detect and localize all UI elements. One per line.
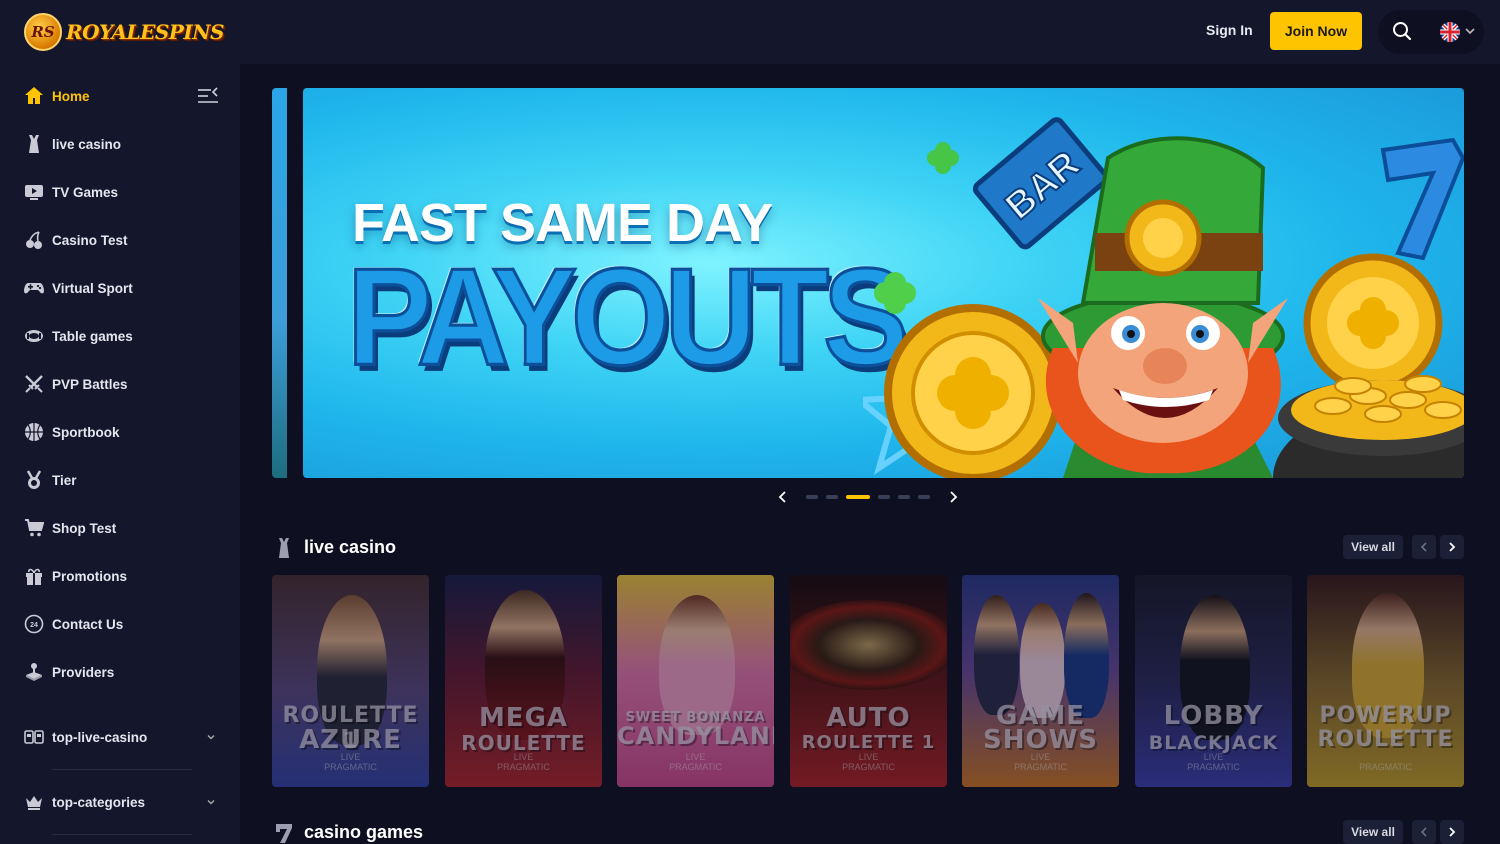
promo-banner[interactable]: FAST SAME DAY PAYOUTS BAR: [303, 88, 1464, 478]
game-card[interactable]: AUTO ROULETTE 1 LIVE PRAGMATIC: [790, 575, 947, 787]
carousel-dot-active[interactable]: [846, 495, 870, 499]
chevron-left-icon: [1420, 827, 1427, 837]
banner-prev-arrow-icon[interactable]: [776, 490, 790, 504]
sidebar-item-label: Tier: [52, 472, 77, 488]
medal-icon: [26, 470, 42, 489]
home-icon: [25, 87, 43, 104]
game-card[interactable]: GAME SHOWS LIVE PRAGMATIC: [962, 575, 1119, 787]
logo-badge: RS: [24, 13, 62, 51]
sidebar-group-top-live-casino[interactable]: top-live-casino: [0, 715, 240, 759]
sidebar-item-label: live casino: [52, 136, 122, 152]
sidebar-divider: [52, 769, 192, 770]
carousel-dot[interactable]: [898, 495, 910, 499]
poker-chip-icon: [25, 330, 43, 342]
section-next-button[interactable]: [1440, 820, 1464, 844]
previous-slide-peek[interactable]: [272, 88, 287, 478]
sign-in-link[interactable]: Sign In: [1206, 22, 1253, 38]
sidebar-item-promotions[interactable]: Promotions: [0, 552, 240, 600]
sidebar-item-label: Casino Test: [52, 232, 128, 248]
sidebar-item-providers[interactable]: Providers: [0, 648, 240, 696]
game-card[interactable]: POWERUP ROULETTE PRAGMATIC: [1307, 575, 1464, 787]
cart-icon: [25, 519, 44, 537]
top-header: RS ROYALESPINS Sign In Join Now: [0, 0, 1500, 64]
gift-icon: [26, 568, 42, 585]
cherries-icon: [26, 231, 42, 249]
sidebar-item-label: Virtual Sport: [52, 280, 133, 296]
brand-logo[interactable]: RS ROYALESPINS: [24, 13, 224, 51]
sidebar-item-label: Shop Test: [52, 520, 117, 536]
chevron-down-icon[interactable]: [1465, 27, 1475, 35]
search-icon[interactable]: [1392, 21, 1412, 41]
section-title-live-casino: live casino: [304, 537, 397, 557]
sidebar-item-label: Providers: [52, 664, 115, 680]
sidebar-item-table-games[interactable]: Table games: [0, 312, 240, 360]
gamepad-icon: [24, 283, 44, 294]
sidebar-item-tv-games[interactable]: TV Games: [0, 168, 240, 216]
svg-text:24: 24: [30, 622, 38, 629]
section-prev-button[interactable]: [1412, 535, 1436, 559]
uk-flag-icon[interactable]: [1440, 22, 1460, 42]
sidebar-item-home[interactable]: Home: [0, 72, 240, 120]
clover-icon: [927, 142, 959, 174]
seven-icon: [276, 824, 292, 843]
chevron-right-icon: [1449, 827, 1456, 837]
sidebar-item-shop-test[interactable]: Shop Test: [0, 504, 240, 552]
game-card[interactable]: ROULETTE 1 AZURE LIVE PRAGMATIC: [272, 575, 429, 787]
support-24-icon: 24: [24, 614, 44, 634]
sidebar-item-live-casino[interactable]: live casino: [0, 120, 240, 168]
leprechaun-illustration: BAR: [863, 117, 1464, 478]
section-prev-button[interactable]: [1412, 820, 1436, 844]
chevron-left-icon: [1420, 542, 1427, 552]
view-all-button[interactable]: View all: [1343, 535, 1403, 559]
sidebar-group-top-categories[interactable]: top-categories: [0, 780, 240, 824]
join-now-button[interactable]: Join Now: [1270, 12, 1362, 50]
carousel-dot[interactable]: [826, 495, 838, 499]
view-all-button[interactable]: View all: [1343, 820, 1403, 844]
sidebar-item-pvp-battles[interactable]: PVP Battles: [0, 360, 240, 408]
sidebar-item-label: Home: [52, 88, 90, 104]
sidebar-item-virtual-sport[interactable]: Virtual Sport: [0, 264, 240, 312]
sidebar-item-label: Contact Us: [52, 616, 124, 632]
tv-play-icon: [25, 185, 43, 200]
game-card[interactable]: MEGA ROULETTE LIVE PRAGMATIC: [445, 575, 602, 787]
crossed-swords-icon: [25, 375, 43, 393]
section-next-button[interactable]: [1440, 535, 1464, 559]
sidebar-item-label: Promotions: [52, 568, 128, 584]
sidebar-group-label: top-categories: [52, 794, 146, 810]
sidebar-item-label: TV Games: [52, 184, 119, 200]
carousel-dot[interactable]: [918, 495, 930, 499]
section-title-casino-games: casino games: [304, 822, 424, 842]
dealer-icon: [279, 538, 289, 558]
carousel-dot[interactable]: [878, 495, 890, 499]
sidebar-item-tier[interactable]: Tier: [0, 456, 240, 504]
carousel-dot[interactable]: [806, 495, 818, 499]
basketball-icon: [25, 423, 43, 441]
sidebar-divider: [52, 834, 192, 835]
grid-icon: [24, 730, 44, 744]
chevron-right-icon: [1449, 542, 1456, 552]
logo-text: ROYALESPINS: [66, 20, 224, 44]
sidebar-item-casino-test[interactable]: Casino Test: [0, 216, 240, 264]
game-card[interactable]: SWEET BONANZA CANDYLAND LIVE PRAGMATIC: [617, 575, 774, 787]
game-card[interactable]: LOBBY BLACKJACK LIVE PRAGMATIC: [1135, 575, 1292, 787]
banner-title: PAYOUTS: [346, 239, 910, 397]
chevron-down-icon[interactable]: [206, 733, 216, 741]
sidebar-item-label: PVP Battles: [52, 376, 128, 392]
sidebar-item-sportbook[interactable]: Sportbook: [0, 408, 240, 456]
banner-next-arrow-icon[interactable]: [946, 490, 960, 504]
sidebar-item-label: Table games: [52, 328, 133, 344]
joystick-icon: [26, 663, 42, 681]
sidebar-item-contact-us[interactable]: 24 Contact Us: [0, 600, 240, 648]
crown-icon: [26, 796, 42, 810]
dealer-icon: [29, 135, 39, 153]
chevron-down-icon[interactable]: [206, 798, 216, 806]
sidebar-item-label: Sportbook: [52, 424, 120, 440]
sidebar-group-label: top-live-casino: [52, 729, 148, 745]
